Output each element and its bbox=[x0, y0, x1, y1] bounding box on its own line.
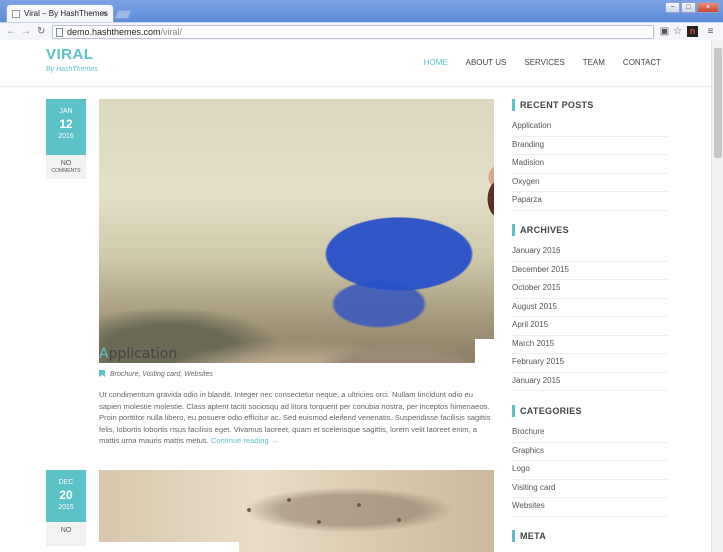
widget-title: META bbox=[512, 530, 668, 542]
widget-archives: ARCHIVES January 2016 December 2015 Octo… bbox=[512, 224, 668, 391]
recent-post-link[interactable]: Paparza bbox=[512, 192, 668, 211]
nav-about-us[interactable]: ABOUT US bbox=[466, 58, 507, 67]
browser-chrome: Viral – By HashThemes × − □ × ← → ↻ demo… bbox=[0, 0, 723, 40]
post-year: 2016 bbox=[58, 133, 74, 140]
url-host: demo.hashthemes.com bbox=[67, 27, 161, 37]
comments-label: COMMENTS bbox=[51, 168, 81, 174]
category-link[interactable]: Logo bbox=[512, 461, 668, 480]
post-month: DEC bbox=[58, 479, 74, 486]
post-year: 2015 bbox=[58, 504, 74, 511]
category-link[interactable]: Graphics bbox=[512, 443, 668, 461]
reload-icon[interactable]: ↻ bbox=[37, 26, 45, 37]
back-icon[interactable]: ← bbox=[6, 26, 16, 37]
address-bar[interactable]: demo.hashthemes.com/viral/ bbox=[52, 25, 654, 39]
browser-toolbar: ← → ↻ demo.hashthemes.com/viral/ ▣ ☆ n ≡ bbox=[0, 22, 723, 40]
post-featured-image[interactable] bbox=[99, 99, 494, 363]
post-excerpt-text: Ut condimentum gravida odio in blandit. … bbox=[99, 390, 491, 445]
recent-post-link[interactable]: Application bbox=[512, 118, 668, 137]
minimize-button[interactable]: − bbox=[665, 2, 680, 13]
window-controls: − □ × bbox=[665, 2, 719, 13]
widget-categories: CATEGORIES Brochure Graphics Logo Visiti… bbox=[512, 405, 668, 517]
site-tagline: By HashThemes bbox=[46, 66, 98, 73]
comments-count: NO bbox=[60, 527, 72, 534]
widget-title: RECENT POSTS bbox=[512, 99, 668, 111]
close-tab-icon[interactable]: × bbox=[102, 9, 107, 18]
post-categories-text[interactable]: Brochure, Visiting card, Websites bbox=[110, 371, 213, 378]
continue-reading-link[interactable]: Continue reading → bbox=[211, 436, 279, 445]
nav-services[interactable]: SERVICES bbox=[524, 58, 564, 67]
site-header: VIRAL By HashThemes HOME ABOUT US SERVIC… bbox=[0, 41, 711, 87]
category-link[interactable]: Brochure bbox=[512, 424, 668, 443]
post-excerpt: Ut condimentum gravida odio in blandit. … bbox=[99, 389, 495, 447]
post-date-badge: DEC 20 2015 bbox=[46, 470, 86, 526]
page-icon bbox=[12, 10, 20, 18]
page-scrollbar[interactable] bbox=[711, 40, 723, 552]
recent-post-link[interactable]: Madision bbox=[512, 155, 668, 174]
extension-icon[interactable]: n bbox=[687, 26, 698, 37]
tab-strip: Viral – By HashThemes × − □ × bbox=[0, 0, 723, 23]
archive-link[interactable]: January 2015 bbox=[512, 373, 668, 391]
nav-contact[interactable]: CONTACT bbox=[623, 58, 661, 67]
categories-list: Brochure Graphics Logo Visiting card Web… bbox=[512, 424, 668, 517]
maximize-button[interactable]: □ bbox=[681, 2, 696, 13]
post-featured-image[interactable] bbox=[99, 470, 494, 552]
bookmark-icon bbox=[99, 370, 105, 377]
archive-link[interactable]: January 2016 bbox=[512, 243, 668, 262]
post-date-badge: JAN 12 2016 bbox=[46, 99, 86, 155]
browser-tab[interactable]: Viral – By HashThemes × bbox=[6, 4, 114, 23]
archive-link[interactable]: March 2015 bbox=[512, 336, 668, 354]
category-link[interactable]: Websites bbox=[512, 498, 668, 517]
main-nav: HOME ABOUT US SERVICES TEAM CONTACT bbox=[406, 58, 661, 67]
recent-post-link[interactable]: Oxygen bbox=[512, 174, 668, 192]
post-comments-badge[interactable]: NO bbox=[46, 522, 86, 546]
widget-meta: META bbox=[512, 530, 668, 542]
widget-title: CATEGORIES bbox=[512, 405, 668, 417]
post-title[interactable]: Application bbox=[99, 346, 177, 362]
comments-count: NO bbox=[60, 160, 72, 167]
archives-list: January 2016 December 2015 October 2015 … bbox=[512, 243, 668, 391]
forward-icon[interactable]: → bbox=[21, 26, 31, 37]
post-day: 12 bbox=[59, 117, 73, 131]
post-day: 20 bbox=[59, 488, 73, 502]
category-link[interactable]: Visiting card bbox=[512, 480, 668, 498]
new-tab-button[interactable] bbox=[114, 10, 132, 19]
translate-icon[interactable]: ▣ bbox=[659, 26, 670, 37]
star-icon[interactable]: ☆ bbox=[672, 26, 683, 37]
scrollbar-thumb[interactable] bbox=[714, 48, 722, 158]
page-icon bbox=[56, 28, 63, 37]
archive-link[interactable]: April 2015 bbox=[512, 317, 668, 336]
nav-team[interactable]: TEAM bbox=[583, 58, 605, 67]
post-comments-badge[interactable]: NO COMMENTS bbox=[46, 155, 86, 179]
menu-icon[interactable]: ≡ bbox=[705, 26, 716, 37]
nav-home[interactable]: HOME bbox=[424, 58, 448, 67]
archive-link[interactable]: December 2015 bbox=[512, 262, 668, 280]
url-path: /viral/ bbox=[160, 27, 183, 37]
widget-recent-posts: RECENT POSTS Application Branding Madisi… bbox=[512, 99, 668, 211]
post-month: JAN bbox=[59, 108, 73, 115]
widget-title: ARCHIVES bbox=[512, 224, 668, 236]
image-corner-cut bbox=[475, 339, 494, 363]
close-window-button[interactable]: × bbox=[697, 2, 719, 13]
site-logo[interactable]: VIRAL bbox=[46, 46, 94, 63]
post-categories: Brochure, Visiting card, Websites bbox=[99, 370, 213, 378]
image-corner-cut bbox=[99, 542, 239, 552]
tab-title: Viral – By HashThemes bbox=[24, 9, 108, 18]
archive-link[interactable]: August 2015 bbox=[512, 299, 668, 317]
recent-post-link[interactable]: Branding bbox=[512, 137, 668, 155]
archive-link[interactable]: February 2015 bbox=[512, 354, 668, 373]
recent-posts-list: Application Branding Madision Oxygen Pap… bbox=[512, 118, 668, 211]
archive-link[interactable]: October 2015 bbox=[512, 280, 668, 299]
